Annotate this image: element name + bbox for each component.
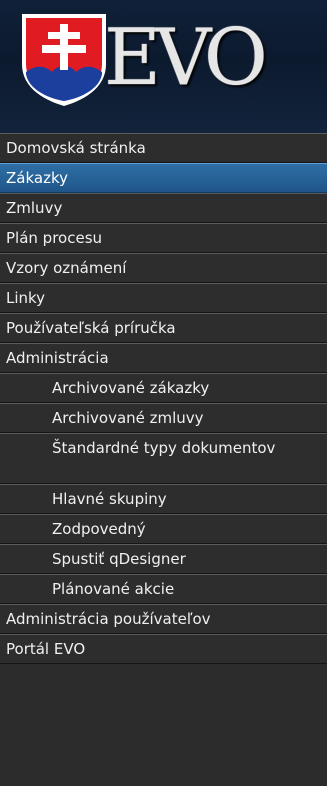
submenu-item-zodpovedny[interactable]: Zodpovedný [0,514,327,544]
slovak-coat-of-arms-icon [22,14,106,106]
menu-item-administracia-pouzivatelov[interactable]: Administrácia používateľov [0,604,327,634]
header: EVO [0,0,327,133]
menu-item-portal-evo[interactable]: Portál EVO [0,634,327,664]
submenu-item-hlavne-skupiny[interactable]: Hlavné skupiny [0,484,327,514]
menu-item-zakazky[interactable]: Zákazky [0,163,327,193]
sidebar: EVO Domovská stránka Zákazky Zmluvy Plán… [0,0,327,786]
submenu-item-archivovane-zakazky[interactable]: Archivované zákazky [0,373,327,403]
submenu-item-planovane-akcie[interactable]: Plánované akcie [0,574,327,604]
main-menu: Domovská stránka Zákazky Zmluvy Plán pro… [0,133,327,664]
submenu-item-standardne-typy-dokumentov[interactable]: Štandardné typy dokumentov [0,433,327,484]
menu-item-domovska-stranka[interactable]: Domovská stránka [0,133,327,163]
menu-item-plan-procesu[interactable]: Plán procesu [0,223,327,253]
submenu-item-archivovane-zmluvy[interactable]: Archivované zmluvy [0,403,327,433]
menu-item-pouzivatelska-prirucka[interactable]: Používateľská príručka [0,313,327,343]
menu-item-linky[interactable]: Linky [0,283,327,313]
menu-item-zmluvy[interactable]: Zmluvy [0,193,327,223]
menu-item-vzory-oznameni[interactable]: Vzory oznámení [0,253,327,283]
menu-item-administracia[interactable]: Administrácia [0,343,327,373]
submenu-item-spustit-qdesigner[interactable]: Spustiť qDesigner [0,544,327,574]
brand-logo: EVO [104,13,268,103]
